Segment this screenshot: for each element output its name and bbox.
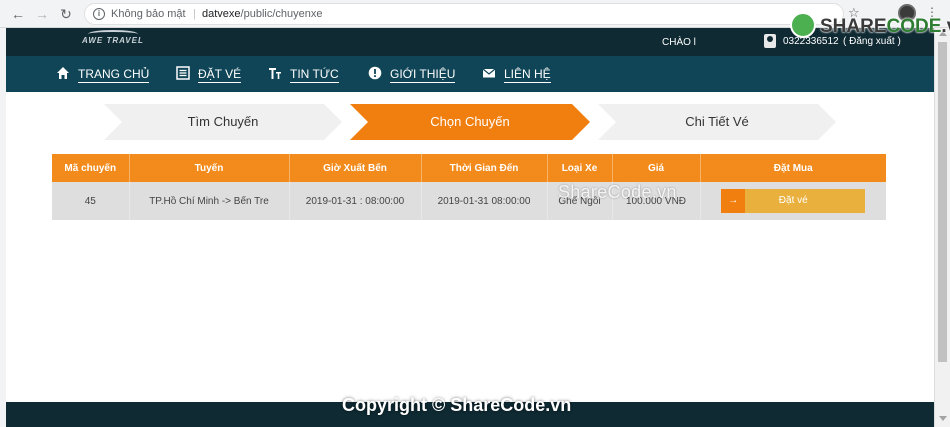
watermark-footer: Copyright © ShareCode.vn [342, 395, 572, 415]
nav-label-home: TRANG CHỦ [78, 67, 150, 83]
watermark-logo: SHARECODE.vn [790, 10, 950, 44]
table-header-row: Mã chuyến Tuyến Giờ Xuất Bến Thời Gian Đ… [52, 154, 886, 182]
watermark-logo-text: SHARECODE.vn [820, 16, 950, 38]
watermark-center: ShareCode.vn [558, 182, 677, 202]
col-header-arrival: Thời Gian Đến [421, 154, 548, 182]
text-size-icon [269, 68, 281, 79]
nav-label-contact: LIÊN HỆ [504, 67, 551, 83]
step-choose-trip[interactable]: Chọn Chuyến [350, 104, 590, 140]
book-ticket-button[interactable]: → Đặt vé [721, 189, 866, 213]
info-circle-icon [368, 66, 382, 80]
scroll-thumb[interactable] [938, 42, 947, 362]
col-header-trip-id: Mã chuyến [52, 154, 130, 182]
cell-departure: 2019-01-31 : 08:00:00 [289, 182, 422, 220]
back-arrow-icon[interactable]: ← [10, 6, 26, 22]
browser-window: ← → ↻ i Không bảo mật | datvexe/public/c… [0, 0, 950, 427]
cell-arrival: 2019-01-31 08:00:00 [421, 182, 548, 220]
step-label: Tìm Chuyến [187, 114, 259, 129]
cell-route: TP.Hồ Chí Minh -> Bến Tre [129, 182, 290, 220]
page-scrollbar[interactable] [934, 28, 950, 427]
nav-label-book: ĐẶT VÉ [198, 67, 242, 83]
step-label: Chi Tiết Vé [685, 114, 749, 129]
col-header-vehicle: Loại Xe [547, 154, 613, 182]
page-content: Tìm Chuyến Chọn Chuyến Chi Tiết Vé Mã ch… [6, 92, 934, 402]
envelope-icon [482, 68, 496, 78]
main-nav: TRANG CHỦ ĐẶT VÉ TIN TỨC GIỚI THIỆU LIÊN… [6, 56, 934, 92]
nav-label-about: GIỚI THIỆU [390, 67, 456, 83]
cell-trip-id: 45 [52, 182, 130, 220]
watermark-logo-part: SHARE [820, 16, 887, 37]
col-header-book: Đặt Mua [700, 154, 886, 182]
reload-icon[interactable]: ↻ [58, 6, 74, 22]
address-bar[interactable]: i Không bảo mật | datvexe/public/chuyenx… [84, 3, 844, 25]
watermark-logo-icon [790, 12, 816, 38]
site-logo[interactable]: AWE TRAVEL [82, 36, 144, 45]
home-icon [57, 67, 69, 79]
step-search-trip[interactable]: Tìm Chuyến [104, 104, 342, 140]
nav-label-news: TIN TỨC [290, 67, 339, 83]
info-icon[interactable]: i [93, 8, 105, 20]
col-header-departure: Giờ Xuất Bến [289, 154, 422, 182]
url-path: /public/chuyenxe [240, 8, 323, 20]
watermark-logo-part: .vn [941, 16, 950, 37]
watermark-logo-part: CODE [886, 16, 942, 37]
cell-book: → Đặt vé [700, 182, 886, 220]
user-card-icon [764, 34, 776, 48]
trip-table: Mã chuyến Tuyến Giờ Xuất Bến Thời Gian Đ… [52, 154, 886, 220]
scroll-down-icon[interactable] [939, 416, 947, 421]
url-separator: | [193, 8, 196, 20]
col-header-price: Giá [612, 154, 701, 182]
url-host: datvexe [202, 8, 241, 20]
url-text[interactable]: datvexe/public/chuyenxe [202, 4, 322, 24]
step-ticket-details[interactable]: Chi Tiết Vé [598, 104, 836, 140]
list-icon [176, 66, 190, 80]
forward-arrow-icon[interactable]: → [34, 6, 50, 22]
arrow-right-icon: → [721, 189, 746, 213]
greeting-text: CHÀO l [662, 37, 696, 48]
table-row: 45 TP.Hồ Chí Minh -> Bến Tre 2019-01-31 … [52, 182, 886, 220]
col-header-route: Tuyến [129, 154, 290, 182]
step-label: Chọn Chuyến [430, 114, 510, 129]
book-button-label: Đặt vé [778, 195, 808, 206]
security-label: Không bảo mật [111, 8, 186, 20]
